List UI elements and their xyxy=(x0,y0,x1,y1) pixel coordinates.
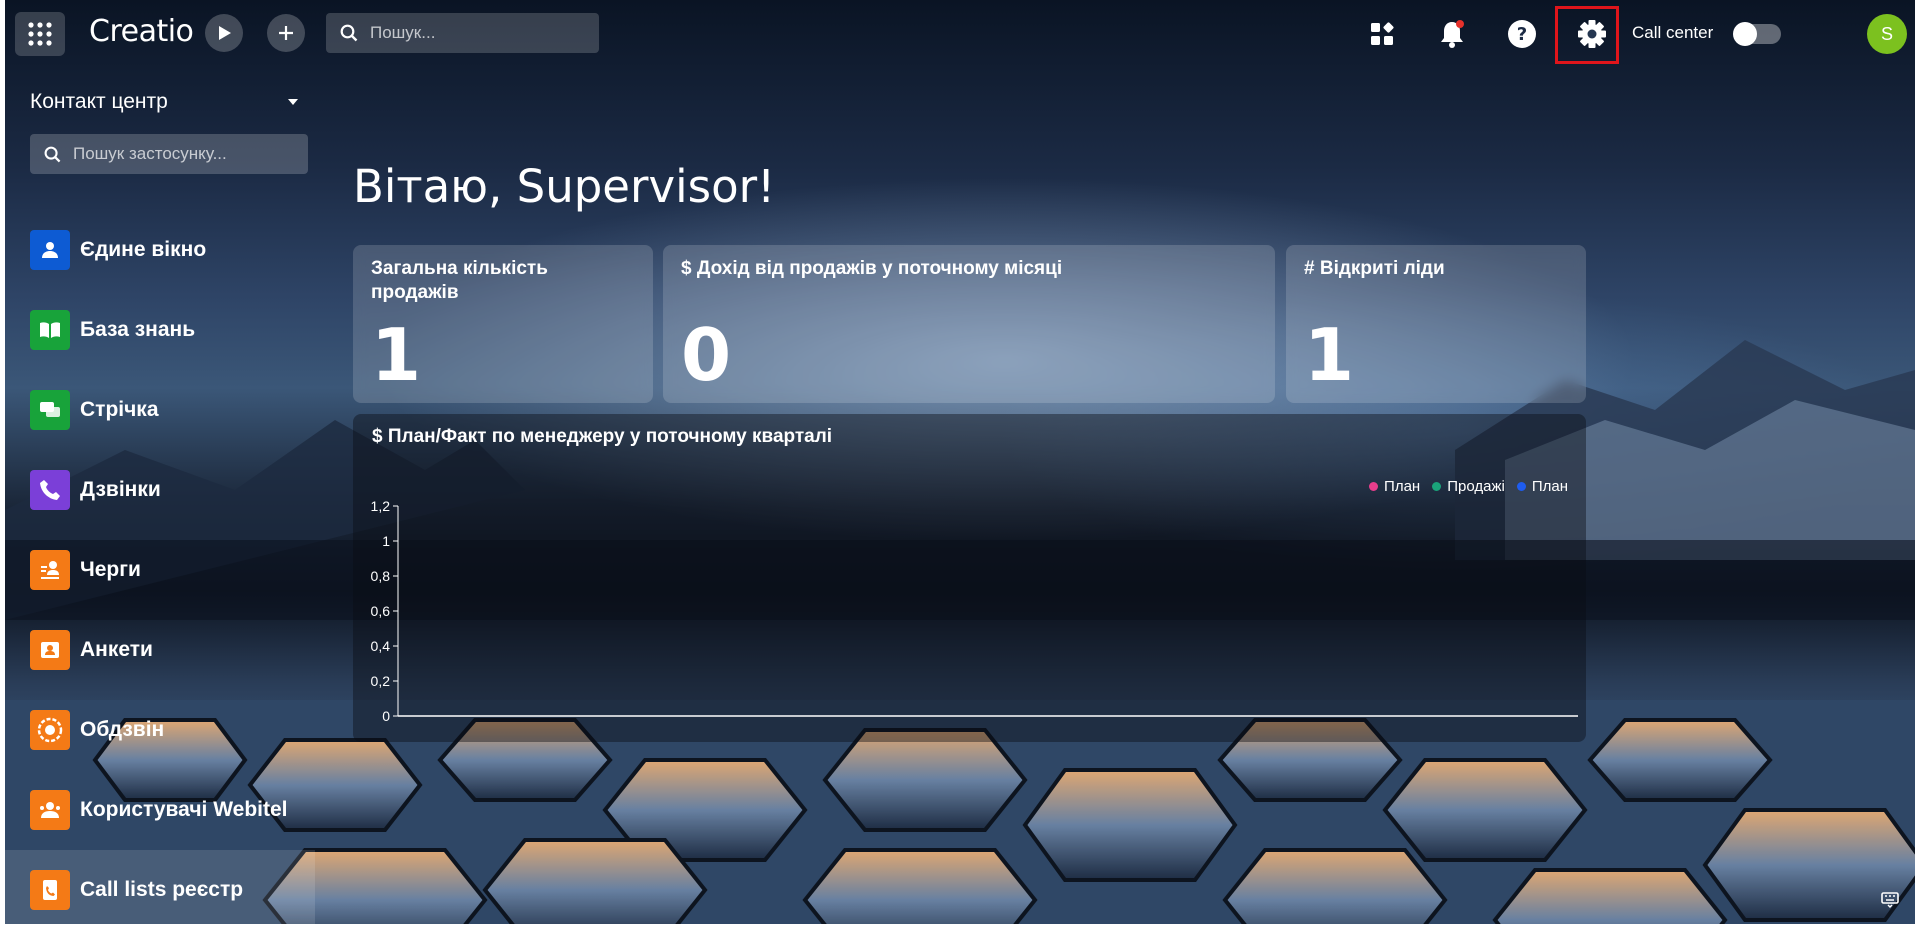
sidebar-item-label: Обдзвін xyxy=(80,718,165,741)
help-button[interactable]: ? xyxy=(1502,14,1542,54)
settings-button[interactable] xyxy=(1572,14,1612,54)
sidebar-item-label: Стрічка xyxy=(80,398,159,421)
kpi-title: $ Дохід від продажів у поточному місяці xyxy=(681,258,1063,279)
plan-fact-chart-card[interactable]: $ План/Факт по менеджеру у поточному ква… xyxy=(353,414,1586,742)
kpi-value: 1 xyxy=(371,313,422,397)
phone-icon xyxy=(30,470,70,510)
sidebar-item-label: Користувачі Webitel xyxy=(80,798,288,821)
global-search-input[interactable] xyxy=(368,22,592,44)
app-launcher-button[interactable] xyxy=(15,12,65,56)
page-title: Вітаю, Supervisor! xyxy=(353,160,776,213)
sidebar-item-webitel-users[interactable]: Користувачі Webitel xyxy=(5,770,315,850)
kpi-value: 1 xyxy=(1304,313,1355,397)
notifications-button[interactable] xyxy=(1432,14,1472,54)
book-icon xyxy=(30,310,70,350)
workspace-title[interactable]: Контакт центр xyxy=(30,90,168,114)
run-process-button[interactable] xyxy=(205,14,243,52)
sidebar-item-calls[interactable]: Дзвінки xyxy=(5,450,315,530)
svg-text:?: ? xyxy=(1517,24,1527,45)
creatio-logo[interactable]: Creatio xyxy=(89,14,194,49)
grid-icon xyxy=(28,22,52,46)
plus-icon xyxy=(279,26,293,40)
users-icon xyxy=(30,790,70,830)
user-avatar[interactable]: S xyxy=(1867,14,1907,54)
sidebar-item-feed[interactable]: Стрічка xyxy=(5,370,315,450)
call-center-label: Call center xyxy=(1632,23,1714,42)
bell-icon xyxy=(1441,20,1464,48)
sidebar-nav: Єдине вікно База знань Стрічка Дзвінки Ч… xyxy=(5,210,315,924)
y-tick-label: 0,6 xyxy=(371,603,391,619)
search-icon xyxy=(340,24,358,42)
sidebar-item-label: База знань xyxy=(80,318,196,341)
y-tick-label: 1,2 xyxy=(371,498,391,514)
sidebar-item-dialing[interactable]: Обдзвін xyxy=(5,690,315,770)
sidebar-item-label: Черги xyxy=(80,558,141,581)
app-search[interactable] xyxy=(30,134,308,174)
call-center-toggle[interactable] xyxy=(1733,22,1781,46)
sidebar-item-label: Call lists реєстр xyxy=(80,878,244,901)
y-tick-label: 0,8 xyxy=(371,568,391,584)
call-list-icon xyxy=(30,870,70,910)
chat-icon xyxy=(30,390,70,430)
kpi-value: 0 xyxy=(681,313,732,397)
sidebar-item-call-lists[interactable]: Call lists реєстр xyxy=(5,850,315,924)
chart-plot: 0 0,2 0,4 0,6 0,8 1 1,2 xyxy=(371,498,1578,724)
profile-card-icon xyxy=(30,630,70,670)
desktop-background: Creatio ? xyxy=(5,0,1915,924)
gear-icon xyxy=(1578,20,1606,48)
top-bar: Creatio ? xyxy=(5,0,1915,66)
play-icon xyxy=(219,26,231,40)
sidebar-item-label: Єдине вікно xyxy=(80,238,207,261)
y-tick-label: 0,2 xyxy=(371,673,391,689)
app-designer-button[interactable] xyxy=(1362,14,1402,54)
search-icon xyxy=(44,146,61,162)
kpi-title: # Відкриті ліди xyxy=(1304,258,1445,279)
widgets-icon xyxy=(1371,22,1394,45)
add-button[interactable] xyxy=(267,14,305,52)
sidebar-item-label: Дзвінки xyxy=(80,478,161,501)
kpi-card-open-leads[interactable]: # Відкриті ліди 1 xyxy=(1286,245,1586,403)
sidebar-item-single-window[interactable]: Єдине вікно xyxy=(5,210,315,290)
sidebar-item-questionnaires[interactable]: Анкети xyxy=(5,610,315,690)
toggle-knob xyxy=(1733,22,1757,46)
global-search[interactable] xyxy=(326,13,599,53)
sidebar-item-queues[interactable]: Черги xyxy=(5,530,315,610)
kpi-card-total-sales[interactable]: Загальна кількість продажів 1 xyxy=(353,245,653,403)
y-tick-label: 1 xyxy=(382,533,390,549)
y-tick-label: 0 xyxy=(382,708,390,724)
keyboard-icon[interactable] xyxy=(1881,892,1899,908)
question-icon: ? xyxy=(1508,20,1536,48)
user-window-icon xyxy=(30,230,70,270)
app-search-input[interactable] xyxy=(71,143,295,165)
sidebar-item-label: Анкети xyxy=(80,638,153,661)
sidebar-item-knowledge-base[interactable]: База знань xyxy=(5,290,315,370)
kpi-title: Загальна кількість продажів xyxy=(371,258,548,303)
dial-icon xyxy=(30,710,70,750)
workspace-dropdown-caret-icon[interactable] xyxy=(288,99,298,105)
y-tick-label: 0,4 xyxy=(371,638,391,654)
kpi-card-monthly-revenue[interactable]: $ Дохід від продажів у поточному місяці … xyxy=(663,245,1275,403)
queue-icon xyxy=(30,550,70,590)
